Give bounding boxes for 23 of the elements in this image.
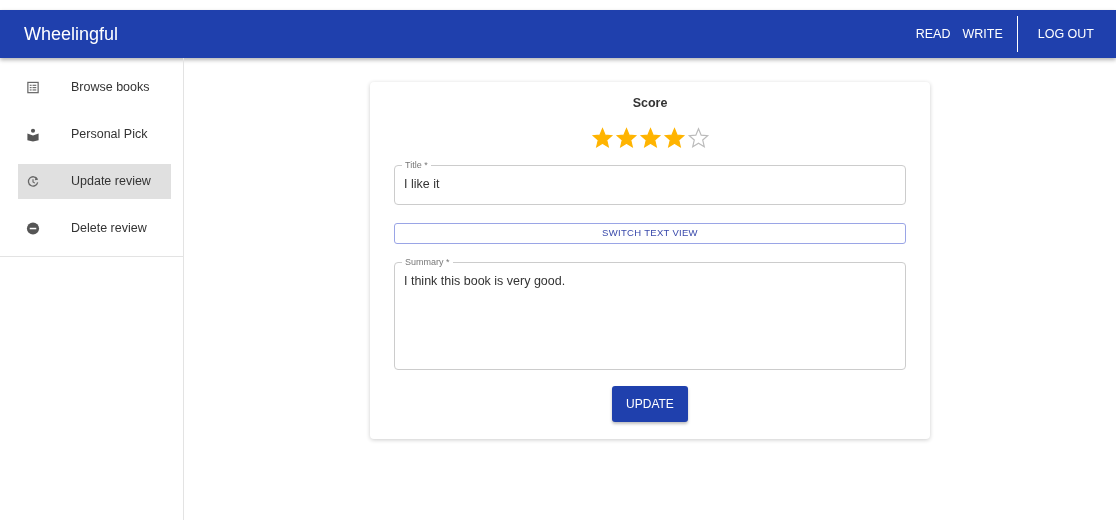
list-icon <box>26 80 40 95</box>
field-label: Title * <box>404 160 429 170</box>
star-icon[interactable] <box>614 126 638 149</box>
field-label: Summary * <box>404 257 451 267</box>
star-icon[interactable] <box>638 126 662 149</box>
score-label: Score <box>631 95 669 112</box>
title-field[interactable]: Title * I like it <box>394 160 906 205</box>
nav-link[interactable]: WRITE <box>956 20 1009 48</box>
reader-icon <box>26 127 40 142</box>
switch-view-button[interactable]: SWITCH TEXT VIEW <box>394 222 906 244</box>
sidebar-item[interactable]: Personal Pick <box>18 117 171 152</box>
star-icon[interactable] <box>590 126 614 149</box>
clock-arrow-icon <box>26 174 40 189</box>
sidebar-item[interactable]: Browse books <box>18 70 171 105</box>
logout-link[interactable]: LOG OUT <box>1031 20 1100 48</box>
sidebar-item[interactable]: Update review <box>18 164 171 199</box>
update-button[interactable]: UPDATE <box>612 385 688 422</box>
nav-link[interactable]: READ <box>909 20 957 48</box>
star-icon[interactable] <box>662 126 686 149</box>
minus-circle-icon <box>26 221 40 236</box>
sidebar-item[interactable]: Delete review <box>18 211 171 246</box>
app-title: Wheelingful <box>24 22 119 46</box>
summary-field[interactable]: Summary * I think this book is very good. <box>394 257 906 370</box>
